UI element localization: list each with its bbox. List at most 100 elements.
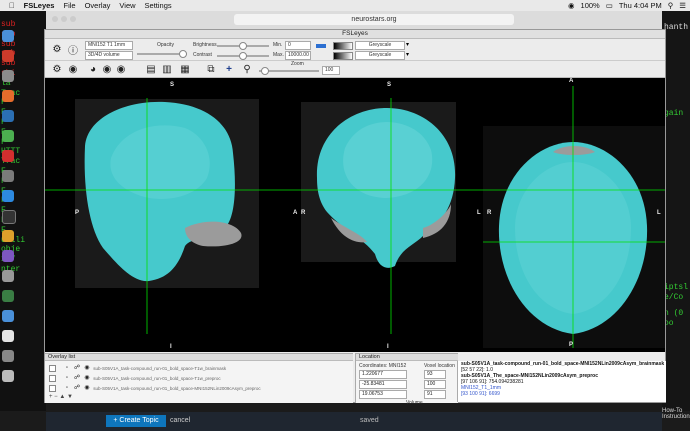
- layout-horizontal-icon[interactable]: ▤: [145, 63, 157, 75]
- clock[interactable]: Thu 4:04 PM: [619, 1, 662, 10]
- coord-x-field[interactable]: 1.220677: [359, 370, 407, 379]
- chevron-down-icon[interactable]: ▾: [406, 51, 409, 58]
- app-icon[interactable]: [2, 370, 14, 382]
- link-icon[interactable]: [316, 44, 326, 48]
- voxel-label: Voxel location: [424, 363, 455, 369]
- camera-icon[interactable]: ◉: [67, 63, 79, 75]
- sagittal-view-icon[interactable]: ◕: [87, 63, 99, 75]
- chevron-down-icon[interactable]: ▾: [406, 41, 409, 48]
- minimize-icon[interactable]: [61, 16, 67, 22]
- info-icon[interactable]: ⓘ: [67, 43, 79, 57]
- file-icon[interactable]: ▫: [62, 374, 72, 383]
- coord-y-field[interactable]: -25.83481: [359, 380, 407, 389]
- app-icon[interactable]: [2, 270, 14, 282]
- app-icon[interactable]: [2, 70, 14, 82]
- layout-grid-icon[interactable]: ▦: [179, 63, 191, 75]
- close-icon[interactable]: [52, 16, 58, 22]
- app-icon[interactable]: [2, 330, 14, 342]
- colormap-select[interactable]: Greyscale: [355, 41, 405, 50]
- voxel-x-field[interactable]: 93: [424, 370, 446, 379]
- zoom-field[interactable]: 100: [322, 66, 340, 75]
- zoom-slider[interactable]: [259, 67, 319, 75]
- overlay-row[interactable]: ▫ ☍ ◉ sub-S05V1A_task-compound_run-01_bold…: [49, 364, 349, 373]
- apple-icon[interactable]: : [9, 1, 15, 10]
- app-icon[interactable]: [2, 230, 14, 242]
- contrast-slider[interactable]: [217, 52, 269, 60]
- app-icon[interactable]: [2, 150, 14, 162]
- wifi-icon[interactable]: ◉: [568, 1, 575, 10]
- sag-label-bottom: I: [170, 344, 172, 350]
- file-icon[interactable]: ▫: [62, 364, 72, 373]
- layout-vertical-icon[interactable]: ▥: [161, 63, 173, 75]
- axi-label-left: R: [487, 210, 492, 216]
- link-icon[interactable]: ☍: [72, 384, 82, 393]
- app-icon[interactable]: [2, 190, 14, 202]
- reset-icon[interactable]: ⧉: [205, 63, 217, 75]
- eye-icon[interactable]: ◉: [82, 374, 92, 383]
- app-icon[interactable]: [2, 130, 14, 142]
- menu-settings[interactable]: Settings: [145, 1, 172, 10]
- brightness-slider[interactable]: [217, 42, 269, 50]
- eye-icon[interactable]: ◉: [82, 364, 92, 373]
- voxel-z-field[interactable]: 91: [424, 390, 446, 399]
- menu-overlay[interactable]: Overlay: [85, 1, 111, 10]
- overlay-checkbox[interactable]: [49, 385, 56, 393]
- app-icon[interactable]: [2, 50, 14, 62]
- battery-icon[interactable]: ▭: [606, 1, 613, 10]
- app-icon[interactable]: [2, 250, 14, 262]
- finder-icon[interactable]: [2, 30, 14, 42]
- app-icon[interactable]: [2, 310, 14, 322]
- cancel-link[interactable]: cancel: [170, 415, 190, 427]
- app-icon[interactable]: [2, 110, 14, 122]
- cor-label-right: L: [477, 210, 481, 216]
- coronal-view-icon[interactable]: ◉: [101, 63, 113, 75]
- trash-icon[interactable]: [2, 350, 14, 362]
- terminal-icon[interactable]: [2, 210, 16, 224]
- min-field[interactable]: 0: [285, 41, 311, 50]
- overlay-row[interactable]: ▫ ☍ ◉ sub-S05V1A_task-compound_run-01_bold…: [49, 374, 349, 383]
- gear-icon[interactable]: ⚙: [51, 43, 63, 55]
- display-type-select[interactable]: 3D/4D volume: [85, 51, 133, 60]
- link-icon[interactable]: ☍: [72, 364, 82, 373]
- ortho-canvas[interactable]: S I P A S I R L A P R L: [45, 78, 665, 352]
- overlay-row[interactable]: ▫ ☍ ◉ sub-S05V1A_task-compound_run-01_bold…: [49, 384, 349, 393]
- max-field[interactable]: 10000.00: [285, 51, 311, 60]
- opacity-label: Opacity: [157, 42, 174, 48]
- axi-label-bottom: P: [569, 342, 574, 348]
- menu-view[interactable]: View: [119, 1, 135, 10]
- opacity-slider[interactable]: [137, 50, 187, 58]
- terminal-right[interactable]: hanth gain iptsl e/Co n (0 oo: [662, 11, 690, 411]
- voxel-y-field[interactable]: 100: [424, 380, 446, 389]
- overlay-checkbox[interactable]: [49, 365, 56, 373]
- battery-text[interactable]: 100%: [581, 1, 600, 10]
- menu-icon[interactable]: ☰: [679, 1, 686, 10]
- browser-window: neurostars.org: [46, 11, 662, 31]
- neg-colormap-select[interactable]: Greyscale: [355, 51, 405, 60]
- app-icon[interactable]: [2, 290, 14, 302]
- location-panel: Location Coordinates: MNI152 Voxel locat…: [355, 353, 458, 406]
- location-title: Location: [356, 354, 458, 361]
- link-icon[interactable]: ☍: [72, 374, 82, 383]
- right-note: How-To Instructions: [662, 408, 690, 420]
- location-info: sub-S05V1A_task-compound_run-01_bold_spa…: [457, 361, 666, 402]
- app-icon[interactable]: [2, 170, 14, 182]
- url-bar[interactable]: neurostars.org: [234, 14, 514, 25]
- space-select[interactable]: MNI152 T1 1mm: [85, 41, 133, 50]
- create-topic-button[interactable]: + Create Topic: [106, 415, 166, 427]
- file-icon[interactable]: ▫: [62, 384, 72, 393]
- overlay-checkbox[interactable]: [49, 375, 56, 383]
- zoom-icon[interactable]: [70, 16, 76, 22]
- crosshair-toggle-icon[interactable]: +: [223, 63, 235, 75]
- search-icon[interactable]: ⚲: [668, 1, 674, 10]
- ortho-views-svg[interactable]: [45, 78, 665, 352]
- zoom-label: Zoom: [291, 61, 304, 67]
- menu-file[interactable]: File: [63, 1, 75, 10]
- gear-icon[interactable]: ⚙: [51, 63, 63, 75]
- menu-app[interactable]: FSLeyes: [24, 1, 55, 10]
- add-remove-controls[interactable]: + − ▲ ▼: [49, 394, 73, 400]
- app-icon[interactable]: [2, 90, 14, 102]
- axial-view-icon[interactable]: ◉: [115, 63, 127, 75]
- zoom-icon[interactable]: ⚲: [241, 63, 253, 75]
- eye-icon[interactable]: ◉: [82, 384, 92, 393]
- coord-z-field[interactable]: 19.06753: [359, 390, 407, 399]
